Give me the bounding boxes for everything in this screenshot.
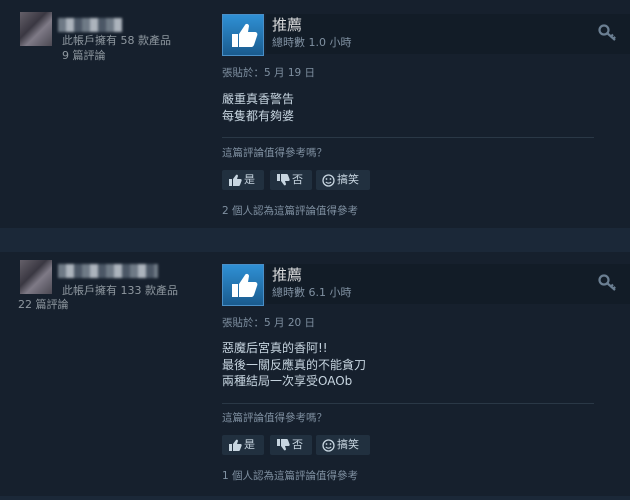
divider bbox=[222, 403, 594, 404]
vote-yes-button[interactable]: 是 bbox=[222, 170, 264, 190]
review-body: 嚴重真香警告 每隻都有夠婆 bbox=[222, 91, 294, 124]
vote-funny-label: 搞笑 bbox=[337, 438, 359, 451]
key-icon[interactable] bbox=[598, 274, 618, 292]
thumbs-down-icon bbox=[277, 174, 290, 186]
recommend-thumb[interactable] bbox=[222, 14, 264, 56]
recommend-thumb[interactable] bbox=[222, 264, 264, 306]
review-card: 此帳戶擁有 58 款產品 9 篇評論 推薦 總時數 1.0 小時 張貼於：5 月… bbox=[0, 0, 630, 228]
helpful-question: 這篇評論值得參考嗎？ bbox=[222, 147, 327, 159]
products-owned[interactable]: 此帳戶擁有 133 款產品 bbox=[62, 284, 178, 297]
review-line: 兩種結局一次享受OAOb bbox=[222, 374, 353, 388]
review-card: 此帳戶擁有 133 款產品 22 篇評論 推薦 總時數 6.1 小時 張貼於：5… bbox=[0, 252, 630, 496]
helpful-count: 2 個人認為這篇評論值得參考 bbox=[222, 205, 359, 217]
avatar[interactable] bbox=[20, 260, 52, 294]
vote-funny-label: 搞笑 bbox=[337, 173, 359, 186]
username-blurred[interactable] bbox=[58, 264, 158, 278]
review-body: 惡魔后宮真的香阿!! 最後一關反應真的不能貪刀 兩種結局一次享受OAOb bbox=[222, 340, 366, 390]
review-line: 惡魔后宮真的香阿!! bbox=[222, 341, 328, 355]
posted-date: 張貼於：5 月 19 日 bbox=[222, 67, 316, 79]
vote-funny-button[interactable]: 搞笑 bbox=[316, 435, 370, 455]
thumbs-down-icon bbox=[277, 439, 290, 451]
username-blurred[interactable] bbox=[58, 18, 122, 32]
smiley-icon bbox=[322, 438, 335, 452]
vote-yes-button[interactable]: 是 bbox=[222, 435, 264, 455]
reviews-count[interactable]: 9 篇評論 bbox=[62, 49, 106, 62]
vote-no-button[interactable]: 否 bbox=[270, 435, 312, 455]
thumbs-up-icon bbox=[229, 174, 242, 186]
avatar[interactable] bbox=[20, 12, 52, 46]
playtime: 總時數 1.0 小時 bbox=[272, 36, 352, 49]
vote-no-label: 否 bbox=[292, 438, 303, 451]
vote-funny-button[interactable]: 搞笑 bbox=[316, 170, 370, 190]
vote-no-button[interactable]: 否 bbox=[270, 170, 312, 190]
divider bbox=[222, 137, 594, 138]
reviewer-info: 此帳戶擁有 58 款產品 9 篇評論 bbox=[0, 0, 215, 228]
recommendation-label[interactable]: 推薦 bbox=[272, 266, 302, 284]
reviewer-info: 此帳戶擁有 133 款產品 22 篇評論 bbox=[0, 252, 215, 496]
smiley-icon bbox=[322, 173, 335, 187]
review-line: 每隻都有夠婆 bbox=[222, 108, 295, 123]
thumbs-up-icon bbox=[232, 273, 258, 297]
key-icon[interactable] bbox=[598, 24, 618, 42]
vote-yes-label: 是 bbox=[244, 438, 255, 451]
playtime: 總時數 6.1 小時 bbox=[272, 286, 352, 299]
helpful-count: 1 個人認為這篇評論值得參考 bbox=[222, 470, 359, 482]
review-line: 嚴重真香警告 bbox=[222, 92, 295, 106]
reviews-count[interactable]: 22 篇評論 bbox=[18, 298, 69, 311]
posted-date: 張貼於：5 月 20 日 bbox=[222, 317, 316, 329]
vote-yes-label: 是 bbox=[244, 173, 255, 186]
products-owned[interactable]: 此帳戶擁有 58 款產品 bbox=[62, 34, 171, 47]
helpful-question: 這篇評論值得參考嗎？ bbox=[222, 412, 327, 424]
review-line: 最後一關反應真的不能貪刀 bbox=[222, 357, 367, 372]
review-separator bbox=[0, 228, 630, 252]
vote-no-label: 否 bbox=[292, 173, 303, 186]
thumbs-up-icon bbox=[229, 439, 242, 451]
thumbs-up-icon bbox=[232, 23, 258, 47]
recommendation-label[interactable]: 推薦 bbox=[272, 16, 302, 34]
